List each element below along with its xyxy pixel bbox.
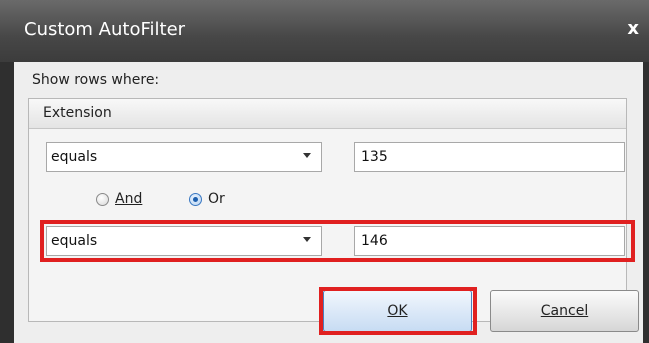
and-radio[interactable]: And xyxy=(96,190,142,208)
close-icon[interactable]: x xyxy=(627,18,639,39)
operator1-value: equals xyxy=(51,149,98,165)
or-radio[interactable]: Or xyxy=(189,190,225,208)
dialog-title: Custom AutoFilter xyxy=(24,19,186,40)
and-label: And xyxy=(115,191,143,207)
radio-checked-icon[interactable] xyxy=(189,192,202,206)
cancel-label: Cancel xyxy=(540,303,589,319)
operator1-dropdown[interactable]: equals xyxy=(46,142,322,172)
show-rows-label: Show rows where: xyxy=(32,72,160,88)
column-name-label: Extension xyxy=(43,105,112,121)
value1-input[interactable]: 135 xyxy=(354,142,625,172)
custom-autofilter-dialog: Custom AutoFilter x Show rows where: Ext… xyxy=(0,0,649,343)
cancel-button[interactable]: Cancel xyxy=(490,290,639,332)
value1-text: 135 xyxy=(361,149,388,165)
or-label: Or xyxy=(208,191,225,207)
radio-unchecked-icon[interactable] xyxy=(96,192,109,206)
window-frame-right xyxy=(643,62,649,343)
group-header: Extension xyxy=(29,99,626,129)
title-bar[interactable]: Custom AutoFilter x xyxy=(0,0,649,63)
ok-button-highlight xyxy=(319,287,477,335)
window-frame-left xyxy=(0,62,14,343)
chevron-down-icon[interactable] xyxy=(303,153,311,158)
condition2-highlight xyxy=(40,220,635,262)
